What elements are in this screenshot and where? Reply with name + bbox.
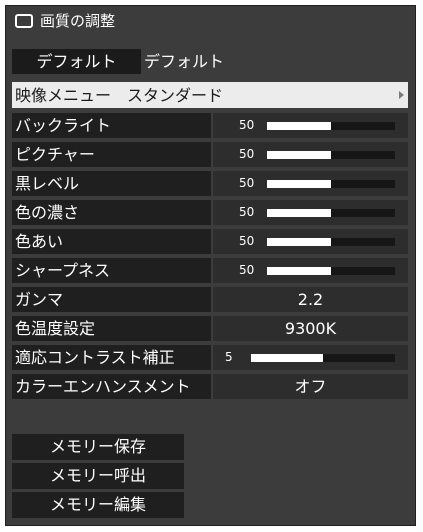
setting-value: 5 [225,350,233,364]
title-bar: 画質の調整 [6,6,415,34]
setting-label: シャープネス [12,258,211,283]
picture-menu-value: スタンダード [127,86,224,105]
slider-track[interactable] [267,122,395,130]
setting-row-black-level[interactable]: 黒レベル 50 [12,170,408,196]
setting-row-color-enhance[interactable]: カラーエンハンスメント オフ [12,373,408,399]
slider-track[interactable] [251,354,395,362]
setting-row-tint[interactable]: 色あい 50 [12,228,408,254]
setting-row-color-depth[interactable]: 色の濃さ 50 [12,199,408,225]
picture-menu-label: 映像メニュー [15,86,112,105]
slider-track[interactable] [267,267,395,275]
slider-fill [267,209,331,217]
setting-value: 50 [239,147,255,161]
setting-value-cell: 9300K [213,316,408,341]
chevron-right-icon [399,91,404,99]
monitor-icon [15,14,33,28]
setting-row-gamma[interactable]: ガンマ 2.2 [12,286,408,312]
setting-value-cell: 50 [213,142,408,167]
slider-track[interactable] [267,238,395,246]
setting-value: オフ [294,377,327,396]
setting-row-backlight[interactable]: バックライト 50 [12,112,408,138]
setting-row-sharpness[interactable]: シャープネス 50 [12,257,408,283]
setting-label: カラーエンハンスメント [12,374,211,399]
setting-label: 色の濃さ [12,200,211,225]
setting-value-cell: 50 [213,200,408,225]
setting-value: 50 [239,176,255,190]
setting-label: 適応コントラスト補正 [12,345,211,370]
slider-fill [251,354,323,362]
picture-menu-row[interactable]: 映像メニュー スタンダード [12,82,408,108]
setting-value-cell: 50 [213,113,408,138]
setting-label: ガンマ [12,287,211,312]
setting-value: 2.2 [297,290,324,309]
slider-fill [267,151,331,159]
slider-track[interactable] [267,151,395,159]
setting-value-cell: 50 [213,258,408,283]
picture-menu-text: 映像メニュー スタンダード [15,83,223,108]
setting-value: 50 [239,118,255,132]
panel-title: 画質の調整 [40,12,116,30]
slider-fill [267,238,331,246]
setting-value-cell: 50 [213,171,408,196]
setting-row-picture[interactable]: ピクチャー 50 [12,141,408,167]
memory-recall-button[interactable]: メモリー呼出 [12,463,184,489]
setting-label: バックライト [12,113,211,138]
setting-label: 黒レベル [12,171,211,196]
setting-value: 50 [239,234,255,248]
setting-value-cell: 2.2 [213,287,408,312]
memory-save-button[interactable]: メモリー保存 [12,434,184,460]
slider-fill [267,180,331,188]
setting-value-cell: オフ [213,374,408,399]
setting-label: 色温度設定 [12,316,211,341]
setting-value-cell: 50 [213,229,408,254]
setting-row-adaptive-contrast[interactable]: 適応コントラスト補正 5 [12,344,408,370]
slider-track[interactable] [267,180,395,188]
default-value: デフォルト [144,52,225,71]
setting-value: 50 [239,205,255,219]
slider-fill [267,267,331,275]
setting-value: 9300K [284,319,337,338]
setting-label: 色あい [12,229,211,254]
default-button[interactable]: デフォルト [12,49,141,74]
setting-value-cell: 5 [213,345,408,370]
setting-label: ピクチャー [12,142,211,167]
memory-edit-button[interactable]: メモリー編集 [12,492,184,518]
setting-row-color-temp[interactable]: 色温度設定 9300K [12,315,408,341]
setting-value: 50 [239,263,255,277]
slider-fill [267,122,331,130]
slider-track[interactable] [267,209,395,217]
